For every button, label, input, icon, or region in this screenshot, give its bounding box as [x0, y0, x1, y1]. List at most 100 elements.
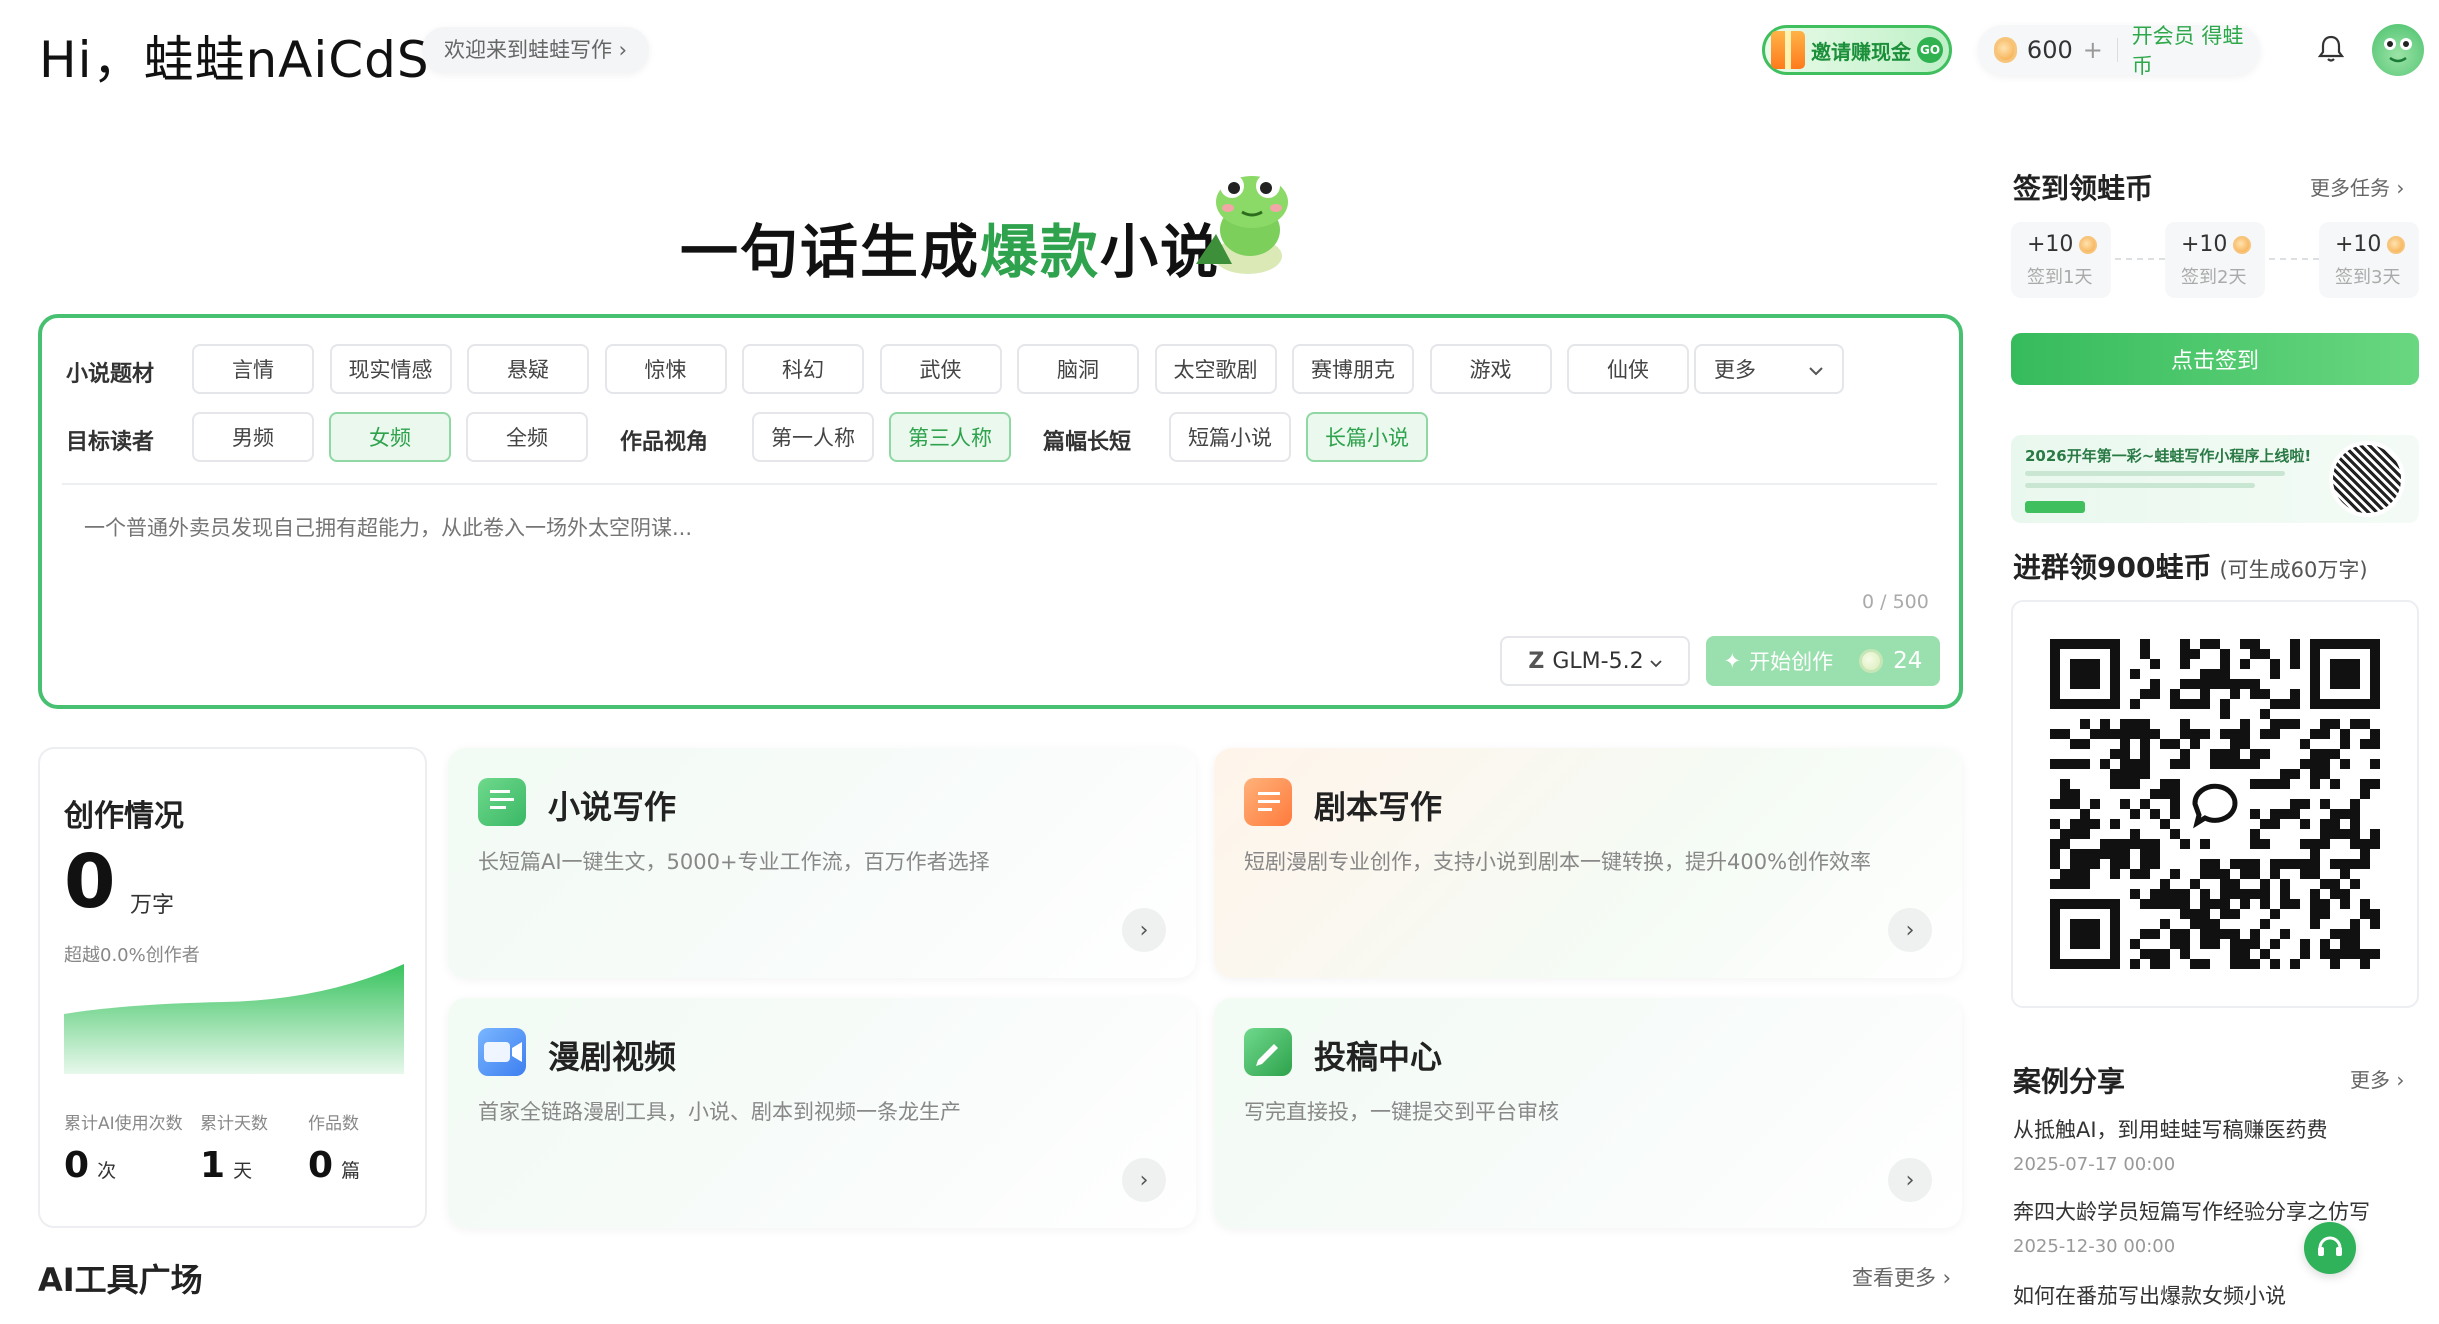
hero-title-highlight: 爆款 [980, 218, 1101, 286]
stats-title: 创作情况 [64, 799, 184, 834]
banner-text-line [2025, 483, 2255, 488]
feature-title: 剧本写作 [1314, 788, 1443, 826]
sign-day-1: +10 签到1天 [2011, 222, 2111, 298]
char-counter: 0 / 500 [1862, 591, 1929, 613]
pov-chip-first-person[interactable]: 第一人称 [752, 412, 874, 462]
creation-stats-card: 创作情况 0 万字 超越0.0%创作者 累计AI使用次数 累计天数 作品数 0次… [38, 747, 427, 1228]
sign-in-button[interactable]: 点击签到 [2011, 333, 2419, 385]
reader-chip-all[interactable]: 全频 [466, 412, 588, 462]
pov-chip-third-person[interactable]: 第三人称 [889, 412, 1011, 462]
genre-chip[interactable]: 脑洞 [1017, 344, 1139, 394]
genre-chip[interactable]: 惊悚 [604, 344, 727, 394]
reader-chip-female[interactable]: 女频 [329, 412, 451, 462]
genre-chip[interactable]: 悬疑 [467, 344, 589, 394]
coin-icon [1994, 37, 2017, 63]
genre-chip[interactable]: 太空歌剧 [1154, 344, 1277, 394]
chevron-down-icon [1649, 649, 1662, 674]
qr-code-icon [2329, 441, 2405, 517]
chevron-right-icon[interactable]: › [1888, 908, 1932, 952]
invite-cash-button[interactable]: 邀请赚现金 GO [1762, 25, 1952, 75]
case-item-date: 2025-07-17 00:00 [2013, 1154, 2176, 1175]
video-icon [478, 1028, 526, 1076]
chevron-right-icon[interactable]: › [1122, 908, 1166, 952]
group-title: 进群领900蛙币 (可生成60万字) [2013, 551, 2368, 584]
qr-code-icon [2050, 639, 2380, 969]
submission-center-card[interactable]: 投稿中心 写完直接投，一键提交到平台审核 › [1214, 998, 1962, 1228]
genre-chip[interactable]: 科幻 [742, 344, 864, 394]
chevron-right-icon[interactable]: › [1122, 1158, 1166, 1202]
model-logo-icon: Z [1528, 648, 1545, 674]
more-tasks-link[interactable]: 更多任务 › [2310, 172, 2404, 201]
story-prompt-input[interactable] [84, 516, 1884, 540]
novel-writing-card[interactable]: 小说写作 长短篇AI一键生文，5000+专业工作流，百万作者选择 › [448, 748, 1196, 978]
reader-chip-male[interactable]: 男频 [192, 412, 314, 462]
ai-tools-title: AI工具广场 [38, 1261, 203, 1299]
case-item[interactable]: 如何在番茄写出爆款女频小说 [2013, 1280, 2413, 1310]
sign-day-3: +10 签到3天 [2319, 222, 2419, 298]
chevron-right-icon[interactable]: › [1888, 1158, 1932, 1202]
case-more-link[interactable]: 更多 › [2350, 1064, 2404, 1093]
feature-desc: 写完直接投，一键提交到平台审核 [1244, 1100, 1559, 1124]
days-value: 1天 [200, 1145, 253, 1186]
sign-day-2: +10 签到2天 [2165, 222, 2265, 298]
bell-icon[interactable] [2310, 28, 2352, 70]
genre-chip[interactable]: 仙侠 [1567, 344, 1689, 394]
novel-generator-card: 小说题材 更多 目标读者 男频 女频 全频 作品视角 第一人称 第三人称 篇幅长… [38, 314, 1963, 709]
feature-desc: 短剧漫剧专业创作，支持小说到剧本一键转换，提升400%创作效率 [1244, 850, 1872, 874]
add-coins-icon[interactable]: + [2083, 36, 2103, 64]
genre-more-dropdown[interactable]: 更多 [1694, 344, 1844, 394]
feature-desc: 长短篇AI一键生文，5000+专业工作流，百万作者选择 [478, 850, 990, 874]
day-label: 签到2天 [2181, 267, 2247, 288]
word-count: 0 [64, 839, 116, 925]
script-writing-card[interactable]: 剧本写作 短剧漫剧专业创作，支持小说到剧本一键转换，提升400%创作效率 › [1214, 748, 1962, 978]
model-name: GLM-5.2 [1552, 648, 1644, 674]
comic-video-card[interactable]: 漫剧视频 首家全链路漫剧工具，小说、剧本到视频一条龙生产 › [448, 998, 1196, 1228]
reward-amount: +10 [2335, 232, 2382, 257]
length-chip-long[interactable]: 长篇小说 [1306, 412, 1428, 462]
genre-label: 小说题材 [66, 362, 155, 387]
case-item[interactable]: 从抵触AI，到用蛙蛙写稿赚医药费 2025-07-17 00:00 [2013, 1114, 2413, 1175]
welcome-link[interactable]: 欢迎来到蛙蛙写作 › [422, 27, 650, 73]
frog-mascot-icon [1186, 160, 1306, 280]
day-label: 签到3天 [2335, 267, 2401, 288]
start-create-label: 开始创作 [1749, 650, 1834, 674]
mini-program-banner[interactable]: 2026开年第一彩~蛙蛙写作小程序上线啦! [2011, 435, 2419, 523]
genre-chip[interactable]: 游戏 [1429, 344, 1552, 394]
hero-title: 一句话生成爆款小说 [680, 205, 1220, 289]
avatar[interactable] [2372, 24, 2424, 76]
start-cost: 24 [1893, 648, 1923, 674]
script-icon [1244, 778, 1292, 826]
day-label: 签到1天 [2027, 267, 2093, 288]
coin-icon [2079, 235, 2098, 254]
growth-chart [64, 964, 404, 1074]
group-subtitle: (可生成60万字) [2219, 558, 2368, 582]
vip-link[interactable]: 开会员 得蛙币 [2132, 20, 2244, 80]
genre-chip[interactable]: 武侠 [879, 344, 1002, 394]
banner-text-line [2025, 471, 2285, 476]
divider [2115, 258, 2165, 260]
banner-tag [2025, 501, 2085, 513]
reader-label: 目标读者 [66, 430, 155, 455]
feature-desc: 首家全链路漫剧工具，小说、剧本到视频一条龙生产 [478, 1100, 961, 1124]
divider [62, 483, 1937, 485]
length-chip-short[interactable]: 短篇小说 [1169, 412, 1291, 462]
feature-title: 小说写作 [548, 788, 677, 826]
model-selector[interactable]: Z GLM-5.2 [1500, 636, 1690, 686]
genre-chip[interactable]: 言情 [192, 344, 314, 394]
chevron-down-icon [1808, 357, 1824, 381]
view-more-link[interactable]: 查看更多 › [1852, 1262, 1951, 1292]
reward-amount: +10 [2181, 232, 2228, 257]
support-chat-icon[interactable] [2304, 1222, 2356, 1274]
hero-title-pre: 一句话生成 [680, 218, 981, 286]
feature-title: 漫剧视频 [548, 1038, 677, 1076]
coin-balance[interactable]: 600 + 开会员 得蛙币 [1978, 24, 2260, 78]
coin-icon [1859, 649, 1884, 673]
case-item-title: 从抵触AI，到用蛙蛙写稿赚医药费 [2013, 1118, 2328, 1142]
ai-uses-value: 0次 [64, 1145, 117, 1186]
genre-more-label: 更多 [1714, 358, 1756, 382]
genre-chip[interactable]: 现实情感 [329, 344, 452, 394]
start-create-button[interactable]: ✦ 开始创作 24 [1706, 636, 1940, 686]
length-label: 篇幅长短 [1043, 430, 1132, 455]
genre-chip[interactable]: 赛博朋克 [1292, 344, 1414, 394]
sparkle-icon: ✦ [1723, 649, 1742, 673]
